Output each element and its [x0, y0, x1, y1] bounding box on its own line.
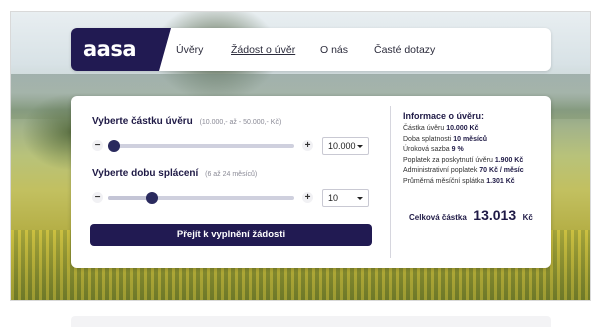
loan-info-row: Doba splatnosti 10 měsíců: [403, 136, 524, 147]
repayment-period-plus-button[interactable]: +: [302, 192, 313, 203]
loan-info-label: Administrativní poplatek: [403, 167, 478, 175]
total-amount-label: Celková částka: [409, 213, 467, 222]
nav-item-caste-dotazy[interactable]: Časté dotazy: [374, 44, 435, 56]
loan-amount-select[interactable]: 10.000: [322, 137, 369, 155]
repayment-period-slider[interactable]: [108, 192, 294, 204]
continue-to-application-button[interactable]: Přejít k vyplnění žádosti: [90, 224, 372, 246]
loan-info-value: 10 měsíců: [453, 135, 488, 143]
loan-info-value: 1.900 Kč: [494, 156, 524, 164]
total-amount-currency: Kč: [522, 213, 533, 222]
card-divider: [390, 106, 391, 258]
loan-info-value: 70 Kč / měsíc: [479, 167, 524, 175]
loan-info-list: Částka úvěru 10.000 Kč Doba splatnosti 1…: [403, 125, 524, 189]
chevron-down-icon: [357, 145, 363, 148]
loan-info-row: Průměrná měsíční splátka 1.301 Kč: [403, 178, 524, 189]
loan-info-value: 9 %: [451, 146, 464, 154]
loan-info-value: 10.000 Kč: [446, 125, 479, 132]
nav-item-uvery[interactable]: Úvěry: [176, 44, 203, 56]
repayment-period-hint: (6 až 24 měsíců): [205, 171, 258, 178]
loan-amount-slider[interactable]: [108, 140, 294, 152]
total-amount-value: 13.013: [473, 207, 517, 223]
loan-info-row: Částka úvěru 10.000 Kč: [403, 125, 524, 136]
loan-info-label: Průměrná měsíční splátka: [403, 177, 485, 185]
loan-amount-slider-thumb[interactable]: [108, 140, 120, 152]
repayment-period-select[interactable]: 10: [322, 189, 369, 207]
loan-info-label: Úroková sazba: [403, 146, 450, 154]
loan-info-label: Částka úvěru: [403, 125, 445, 132]
chevron-down-icon: [357, 197, 363, 200]
loan-info-row: Administrativní poplatek 70 Kč / měsíc: [403, 167, 524, 178]
loan-info-row: Poplatek za poskytnutí úvěru 1.900 Kč: [403, 157, 524, 168]
loan-info-title: Informace o úvěru:: [403, 111, 485, 121]
nav-item-o-nas[interactable]: O nás: [320, 44, 348, 56]
loan-amount-title: Vyberte částku úvěru (10.000,- až - 50.0…: [92, 116, 281, 127]
nav-item-zadost-o-uver[interactable]: Žádost o úvěr: [231, 44, 295, 56]
repayment-period-title-text: Vyberte dobu splácení: [92, 168, 199, 179]
loan-info-label: Poplatek za poskytnutí úvěru: [403, 156, 493, 164]
loan-amount-select-value: 10.000: [328, 141, 356, 151]
next-section-edge: [71, 316, 551, 327]
total-amount: Celková částka 13.013 Kč: [409, 207, 533, 225]
loan-info-row: Úroková sazba 9 %: [403, 146, 524, 157]
loan-info-label: Doba splatnosti: [403, 135, 452, 143]
loan-amount-title-text: Vyberte částku úvěru: [92, 116, 193, 127]
loan-amount-plus-button[interactable]: +: [302, 140, 313, 151]
loan-info-value: 1.301 Kč: [486, 177, 515, 185]
loan-amount-minus-button[interactable]: −: [92, 140, 103, 151]
repayment-period-minus-button[interactable]: −: [92, 192, 103, 203]
loan-amount-hint: (10.000,- až - 50.000,- Kč): [199, 119, 282, 126]
repayment-period-select-value: 10: [328, 193, 339, 203]
logo[interactable]: aasa: [71, 28, 171, 71]
repayment-period-title: Vyberte dobu splácení (6 až 24 měsíců): [92, 168, 257, 179]
